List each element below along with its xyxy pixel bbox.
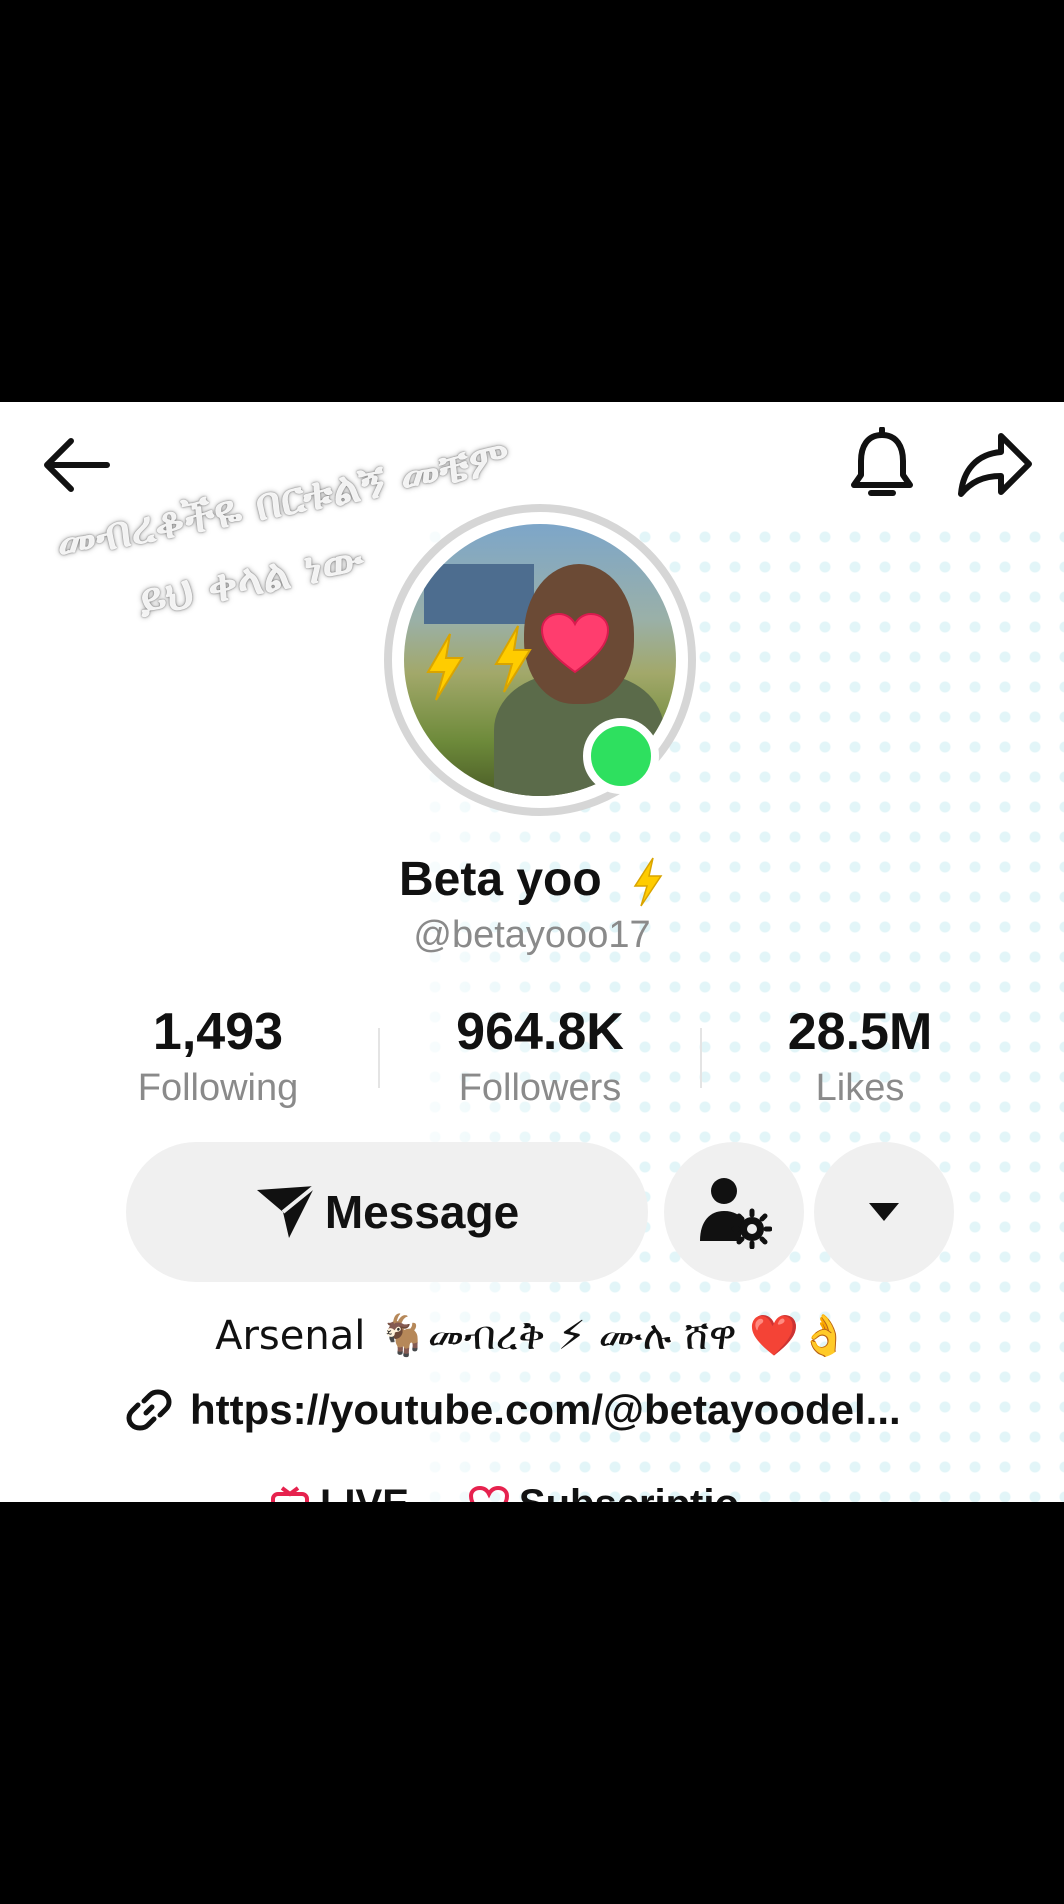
stat-value: 1,493 <box>152 1003 284 1061</box>
back-button[interactable] <box>34 428 118 502</box>
letterbox-top <box>0 0 1064 402</box>
add-friend-button[interactable] <box>664 1142 804 1282</box>
lightning-sticker-icon <box>426 633 464 701</box>
stat-likes[interactable]: 28.5M Likes <box>730 1002 990 1114</box>
stat-value: 28.5M <box>787 1003 933 1061</box>
stat-label: Likes <box>815 1067 905 1109</box>
message-button[interactable]: Message <box>126 1142 648 1282</box>
bell-icon <box>851 427 913 496</box>
send-icon <box>256 1184 317 1238</box>
share-arrow-icon <box>958 433 1032 497</box>
notification-bell-button[interactable] <box>842 422 922 508</box>
stat-label: Following <box>137 1067 299 1109</box>
lightning-sticker-icon <box>494 625 532 693</box>
stat-divider <box>700 1028 702 1088</box>
link-icon <box>126 1389 172 1431</box>
stat-divider <box>378 1028 380 1088</box>
tv-icon <box>271 1486 309 1502</box>
profile-screen: መብረቆችዬ በርቱልኝ መቼም ይህ ቀላል ነው Beta yoo @bet… <box>0 402 1064 1502</box>
chevron-down-icon <box>869 1203 899 1221</box>
more-options-button[interactable] <box>814 1142 954 1282</box>
tab-subscription[interactable]: Subscriptio <box>468 1482 739 1502</box>
stat-label: Followers <box>458 1067 622 1109</box>
stat-followers[interactable]: 964.8K Followers <box>410 1002 670 1114</box>
stat-following[interactable]: 1,493 Following <box>88 1002 348 1114</box>
username-handle: @betayooo17 <box>413 914 651 956</box>
back-arrow-icon <box>44 438 110 492</box>
share-button[interactable] <box>952 424 1038 506</box>
stat-value: 964.8K <box>456 1003 624 1061</box>
bio-text: Arsenal 🐐መብረቅ ⚡ ሙሉ ሸዋ ❤️👌 <box>215 1313 849 1359</box>
person-settings-icon <box>700 1178 772 1249</box>
letterbox-bottom <box>0 1502 1064 1904</box>
profile-tabs-peek: LIVE Subscriptio <box>270 1482 739 1502</box>
bio-link[interactable]: https://youtube.com/@betayoodel... <box>126 1382 976 1438</box>
heart-outline-icon <box>468 1486 509 1502</box>
display-name: Beta yoo <box>0 852 1064 908</box>
lightning-icon <box>633 857 663 907</box>
heart-sticker-icon <box>540 612 610 674</box>
tab-live[interactable]: LIVE <box>270 1482 409 1502</box>
bio-link-text: https://youtube.com/@betayoodel... <box>190 1386 901 1433</box>
online-status-dot <box>583 718 659 794</box>
